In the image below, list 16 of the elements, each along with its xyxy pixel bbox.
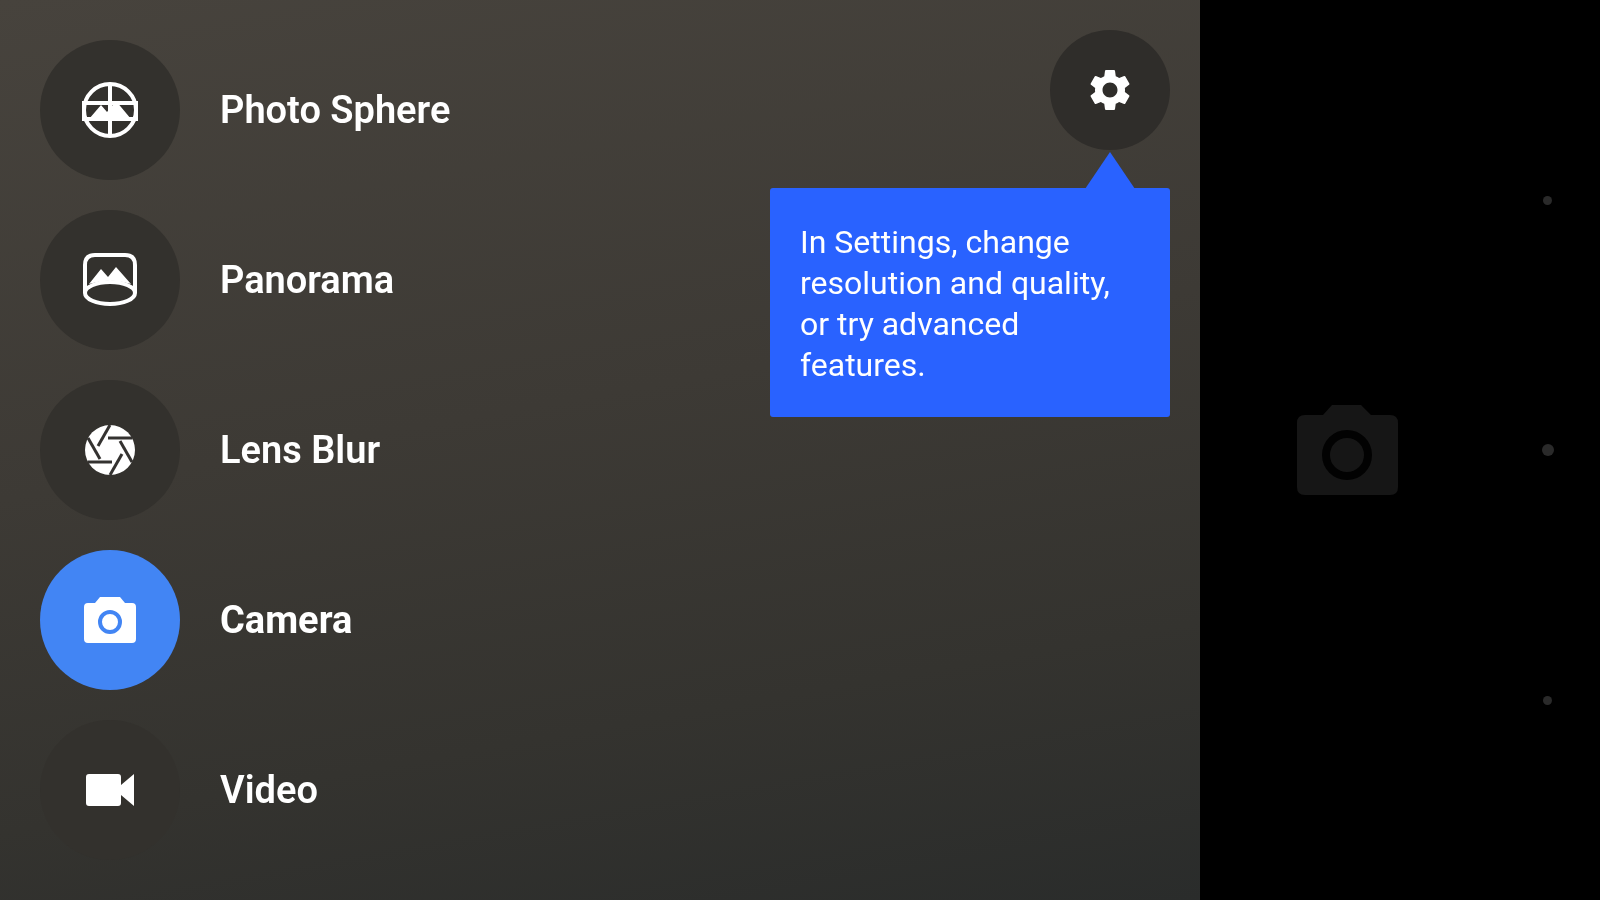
mode-item[interactable]: Video (40, 720, 451, 860)
mode-item[interactable]: Lens Blur (40, 380, 451, 520)
mode-item[interactable]: Camera (40, 550, 451, 690)
panorama-icon (81, 251, 139, 309)
mode-item[interactable]: Panorama (40, 210, 451, 350)
globe-mountain-icon (79, 79, 141, 141)
mode-label: Photo Sphere (220, 86, 451, 134)
mode-label: Lens Blur (220, 426, 381, 474)
mode-label: Panorama (220, 256, 395, 304)
mode-item[interactable]: Photo Sphere (40, 40, 451, 180)
mode-label: Video (220, 766, 318, 814)
mode-label: Camera (220, 596, 353, 644)
tooltip-text: In Settings, change resolution and quality, or try advanced features. (800, 222, 1111, 386)
aperture-icon (84, 424, 136, 476)
camera-icon (84, 597, 136, 643)
video-camera-icon (86, 774, 134, 806)
